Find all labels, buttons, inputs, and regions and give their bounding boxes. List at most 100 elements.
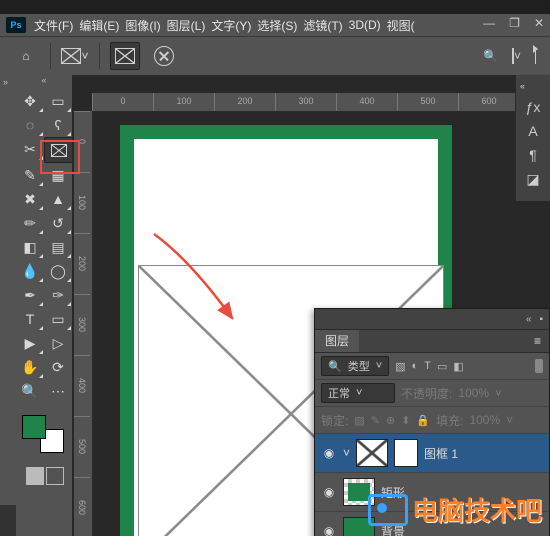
character-panel-icon[interactable]: A	[528, 123, 537, 139]
frame-tool[interactable]	[44, 137, 74, 163]
ruler-tick: 300	[275, 93, 336, 111]
lock-paint-icon[interactable]: ✎	[371, 414, 380, 427]
brush-tool[interactable]: ✏	[16, 211, 44, 235]
frame-ellipse-option[interactable]	[150, 43, 178, 69]
title-bar	[0, 0, 550, 14]
home-icon[interactable]: ⌂	[12, 43, 40, 69]
frame-rect-option[interactable]	[110, 42, 140, 70]
foreground-color[interactable]	[22, 415, 46, 439]
menu-image[interactable]: 图像(I)	[125, 17, 160, 34]
blur-tool[interactable]: 💧	[16, 259, 44, 283]
dodge-tool[interactable]: ◯	[44, 259, 72, 283]
zoom-tool[interactable]: 🔍	[16, 379, 44, 403]
menu-select[interactable]: 选择(S)	[257, 17, 297, 34]
fill-value[interactable]: 100%	[469, 413, 500, 427]
active-tool-preview[interactable]: ˅	[61, 43, 89, 69]
right-panel-strip: « ƒx A ¶ ◪	[515, 75, 550, 201]
opacity-value[interactable]: 100%	[458, 386, 489, 400]
styles-panel-icon[interactable]: ƒx	[526, 99, 541, 115]
close-panel-icon[interactable]: ▪	[539, 314, 543, 325]
lock-pixels-icon[interactable]: ▨	[354, 414, 364, 427]
filter-type-select[interactable]: 🔍 类型 ˅	[321, 356, 389, 376]
freeform-pen-tool[interactable]: ✑	[44, 283, 72, 307]
layer-mask-thumbnail[interactable]	[394, 439, 418, 467]
path-select-tool[interactable]: ▶	[16, 331, 44, 355]
blend-mode-select[interactable]: 正常 ˅	[321, 383, 395, 403]
menu-view[interactable]: 视图(	[387, 17, 415, 34]
rotate-view-tool[interactable]: ⟳	[44, 355, 72, 379]
lock-label: 锁定:	[321, 412, 348, 429]
paragraph-panel-icon[interactable]: ¶	[529, 147, 537, 163]
filter-toggle[interactable]	[535, 359, 543, 373]
watermark-logo-icon	[368, 494, 408, 526]
layer-name[interactable]: 图框 1	[424, 445, 458, 462]
lasso-tool[interactable]: ʕ	[44, 113, 72, 137]
hand-tool[interactable]: ✋	[16, 355, 44, 379]
eraser-tool[interactable]: ◧	[16, 235, 44, 259]
left-edge-strip: »	[0, 75, 17, 505]
visibility-toggle[interactable]: ◉	[321, 524, 337, 536]
ruler-tick: 100	[153, 93, 214, 111]
expand-chevron-icon[interactable]: »	[3, 77, 8, 87]
history-brush-tool[interactable]: ↺	[44, 211, 72, 235]
minimize-button[interactable]: —	[483, 16, 495, 30]
blend-opacity-row: 正常 ˅ 不透明度: 100%˅	[315, 380, 549, 407]
layer-row[interactable]: ◉ ˅ 图框 1	[315, 434, 549, 473]
menu-3d[interactable]: 3D(D)	[349, 18, 381, 32]
color-swatches[interactable]	[20, 413, 68, 457]
pen-tool[interactable]: ✒	[16, 283, 44, 307]
restore-button[interactable]: ❐	[509, 16, 520, 30]
ruler-horizontal[interactable]: 0 100 200 300 400 500 600 700	[92, 93, 550, 112]
layers-tab[interactable]: 图层	[315, 330, 359, 352]
layer-thumbnail[interactable]	[356, 439, 388, 467]
shape-tool[interactable]: ▭	[44, 307, 72, 331]
expand-caret-icon[interactable]: ˅	[343, 446, 350, 460]
photoshop-window: Ps 文件(F) 编辑(E) 图像(I) 图层(L) 文字(Y) 选择(S) 滤…	[0, 0, 550, 536]
ruler-vertical[interactable]: 0 100 200 300 400 500 600	[74, 111, 93, 536]
menu-edit[interactable]: 编辑(E)	[79, 17, 119, 34]
lock-all-icon[interactable]: 🔒	[416, 414, 430, 427]
type-tool[interactable]: T	[16, 307, 44, 331]
panel-menu-icon[interactable]: ≡	[534, 334, 549, 348]
filter-label: 类型	[348, 358, 370, 374]
menu-layer[interactable]: 图层(L)	[167, 17, 206, 34]
move-tool[interactable]: ✥	[16, 89, 44, 113]
marquee-tool[interactable]: ◌	[16, 113, 44, 137]
gradient-tool[interactable]: ▤	[44, 235, 72, 259]
filter-type-icon[interactable]: T	[424, 360, 431, 372]
workspace-switch-icon[interactable]: ˅	[512, 49, 521, 63]
app-logo[interactable]: Ps	[6, 17, 26, 33]
visibility-toggle[interactable]: ◉	[321, 485, 337, 499]
crop-tool[interactable]: ✂	[16, 137, 44, 161]
frame-icon	[115, 48, 135, 64]
edit-toolbar[interactable]: ⋯	[44, 379, 72, 403]
filter-adjust-icon[interactable]: ◐	[412, 360, 419, 372]
clone-stamp-tool[interactable]: ▲	[44, 187, 72, 211]
share-icon[interactable]	[535, 49, 536, 63]
menu-file[interactable]: 文件(F)	[34, 17, 73, 34]
blend-mode-value: 正常	[328, 385, 350, 401]
swatches-panel-icon[interactable]: ◪	[526, 171, 539, 188]
lock-position-icon[interactable]: ⊕	[386, 414, 395, 427]
artboard-tool[interactable]: ▭	[44, 89, 72, 113]
quickmask-toggle[interactable]	[26, 467, 72, 485]
eyedropper-tool[interactable]: ✎	[16, 163, 44, 187]
expand-chevron-icon[interactable]: «	[520, 81, 525, 91]
filter-pixel-icon[interactable]: ▧	[395, 360, 405, 373]
ruler-tool[interactable]: ▦	[44, 163, 72, 187]
visibility-toggle[interactable]: ◉	[321, 446, 337, 460]
search-icon[interactable]: 🔍	[483, 49, 498, 63]
collapse-icon[interactable]: «	[526, 314, 532, 325]
menu-type[interactable]: 文字(Y)	[211, 17, 251, 34]
menu-filter[interactable]: 滤镜(T)	[303, 17, 342, 34]
toolbox-collapse-icon[interactable]: «	[16, 75, 72, 89]
watermark-text: 电脑技术吧	[412, 491, 542, 528]
direct-select-tool[interactable]: ▷	[44, 331, 72, 355]
close-button[interactable]: ✕	[534, 16, 544, 30]
ruler-tick: 0	[92, 93, 153, 111]
healing-tool[interactable]: ✖	[16, 187, 44, 211]
lock-fill-row: 锁定: ▨ ✎ ⊕ ⬍ 🔒 填充: 100%˅	[315, 407, 549, 434]
lock-artboard-icon[interactable]: ⬍	[401, 414, 410, 427]
filter-shape-icon[interactable]: ▭	[437, 360, 447, 373]
filter-smart-icon[interactable]: ◧	[453, 360, 463, 373]
